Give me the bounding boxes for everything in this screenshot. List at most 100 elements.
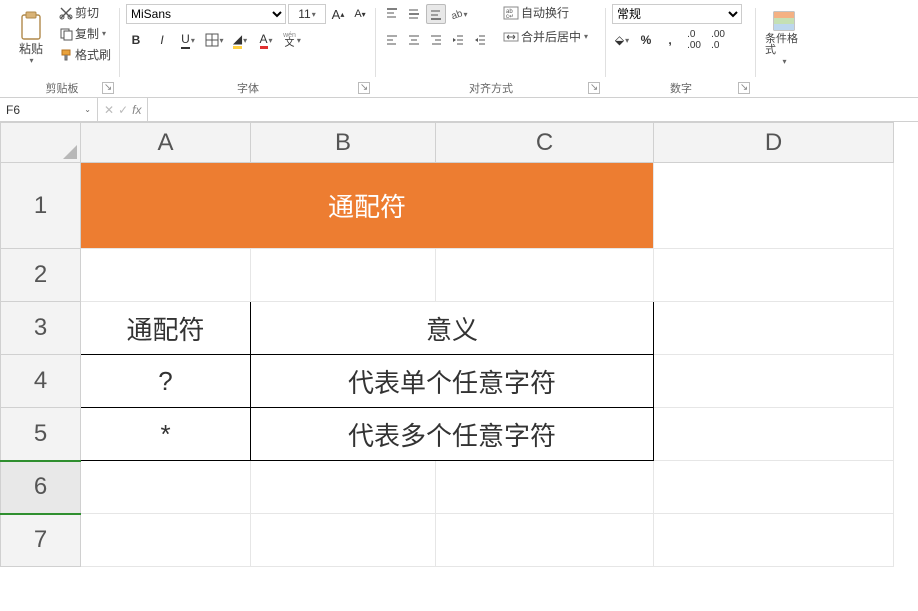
font-size-value: 11 [298,7,310,21]
formula-bar: F6 ⌄ ✕ ✓ fx [0,98,918,122]
bucket-icon: ◢ [233,32,242,49]
cell-D4[interactable] [654,355,894,408]
cell-D1[interactable] [654,163,894,249]
align-center-button[interactable] [404,30,424,50]
cell-A6[interactable] [81,461,251,514]
col-header-D[interactable]: D [654,123,894,163]
cell-D2[interactable] [654,249,894,302]
cell-B3[interactable]: 意义 [251,302,654,355]
dialog-launcher-icon[interactable]: ↘ [738,82,750,94]
cell-A3[interactable]: 通配符 [81,302,251,355]
currency-button[interactable]: ⬙▾ [612,30,632,50]
cell-C6[interactable] [436,461,654,514]
font-size-input[interactable]: 11 ▾ [288,4,326,24]
align-bottom-button[interactable] [426,4,446,24]
formula-input[interactable] [148,98,918,121]
paste-label: 粘贴 [19,43,43,55]
format-painter-button[interactable]: 格式刷 [56,46,114,64]
ribbon: 粘贴 ▾ 剪切 复制 ▾ [0,0,918,98]
align-left-button[interactable] [382,30,402,50]
align-top-button[interactable] [382,4,402,24]
cut-label: 剪切 [75,7,99,19]
bold-button[interactable]: B [126,30,146,50]
comma-button[interactable]: , [660,30,680,50]
chevron-down-icon: ▾ [243,36,247,45]
group-number: 常规 ⬙▾ % , .0.00 .00.0 数字 ↘ [606,4,756,97]
cell-A1[interactable]: 通配符 [81,163,654,249]
condformat-label: 条件格式 [765,34,803,56]
cell-A2[interactable] [81,249,251,302]
cell-B7[interactable] [251,514,436,567]
font-name-select[interactable]: MiSans [126,4,286,24]
italic-button[interactable]: I [152,30,172,50]
row-header-2[interactable]: 2 [1,249,81,302]
cell-B6[interactable] [251,461,436,514]
merge-icon [503,30,519,44]
cell-A4[interactable]: ? [81,355,251,408]
accept-formula-button[interactable]: ✓ [118,103,128,117]
name-box[interactable]: F6 ⌄ [0,98,98,121]
col-header-A[interactable]: A [81,123,251,163]
align-left-icon [385,33,399,47]
align-right-button[interactable] [426,30,446,50]
cell-B5[interactable]: 代表多个任意字符 [251,408,654,461]
cell-C2[interactable] [436,249,654,302]
cell-D6[interactable] [654,461,894,514]
cell-C7[interactable] [436,514,654,567]
decrease-decimal-button[interactable]: .00.0 [708,30,728,50]
row-header-7[interactable]: 7 [1,514,81,567]
group-condformat: 条件格式 ▾ [756,4,812,97]
cell-B2[interactable] [251,249,436,302]
painter-label: 格式刷 [75,49,111,61]
conditional-format-button[interactable]: 条件格式 ▾ [762,4,806,72]
row-header-3[interactable]: 3 [1,302,81,355]
paste-button[interactable]: 粘贴 ▾ [10,4,52,72]
chevron-down-icon: ⌄ [84,105,91,114]
shrink-font-button[interactable]: A▾ [350,4,370,24]
indent-decrease-button[interactable] [448,30,468,50]
cell-B4[interactable]: 代表单个任意字符 [251,355,654,408]
font-color-button[interactable]: A ▾ [256,30,276,50]
row-header-5[interactable]: 5 [1,408,81,461]
chevron-down-icon: ▾ [102,30,106,38]
copy-button[interactable]: 复制 ▾ [56,25,114,43]
row-header-4[interactable]: 4 [1,355,81,408]
number-format-select[interactable]: 常规 [612,4,742,24]
merge-center-button[interactable]: 合并后居中 ▾ [500,28,591,46]
align-right-icon [429,33,443,47]
cut-button[interactable]: 剪切 [56,4,114,22]
chevron-down-icon: ▾ [191,36,195,45]
percent-button[interactable]: % [636,30,656,50]
col-header-C[interactable]: C [436,123,654,163]
fx-button[interactable]: fx [132,103,141,117]
fill-color-button[interactable]: ◢ ▾ [230,30,250,50]
dialog-launcher-icon[interactable]: ↘ [358,82,370,94]
borders-button[interactable]: ▾ [204,30,224,50]
wrap-text-button[interactable]: abc↵ 自动换行 [500,4,591,22]
dialog-launcher-icon[interactable]: ↘ [588,82,600,94]
cell-D7[interactable] [654,514,894,567]
increase-decimal-button[interactable]: .0.00 [684,30,704,50]
cell-A5[interactable]: * [81,408,251,461]
sheet-grid[interactable]: A B C D 1 通配符 2 3 通配符 意义 4 ? [0,122,918,567]
grow-font-button[interactable]: A▴ [328,4,348,24]
chevron-down-icon: ▾ [625,36,629,45]
cancel-formula-button[interactable]: ✕ [104,103,114,117]
cell-D5[interactable] [654,408,894,461]
align-middle-button[interactable] [404,4,424,24]
wrap-icon: abc↵ [503,6,519,20]
col-header-B[interactable]: B [251,123,436,163]
phonetic-button[interactable]: wén文 ▾ [282,30,302,50]
orientation-button[interactable]: ab▾ [448,4,468,24]
cell-A7[interactable] [81,514,251,567]
row-header-6[interactable]: 6 [1,461,81,514]
cell-D3[interactable] [654,302,894,355]
align-bottom-icon [429,7,443,21]
conditional-format-icon [772,10,796,32]
underline-button[interactable]: U▾ [178,30,198,50]
indent-increase-button[interactable] [470,30,490,50]
dialog-launcher-icon[interactable]: ↘ [102,82,114,94]
row-header-1[interactable]: 1 [1,163,81,249]
chevron-down-icon: ▾ [783,58,787,66]
select-all-corner[interactable] [1,123,81,163]
